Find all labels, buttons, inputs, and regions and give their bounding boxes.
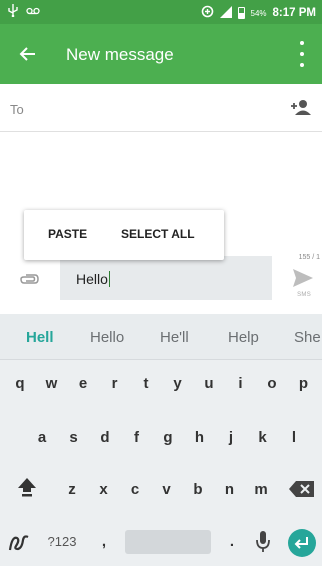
- data-saver-icon: [201, 5, 214, 21]
- spacebar[interactable]: [125, 530, 211, 554]
- voicemail-icon: [26, 5, 40, 19]
- select-all-button[interactable]: SELECT ALL: [121, 227, 195, 241]
- key-w[interactable]: w: [38, 364, 66, 404]
- suggestion-strip: Hell Hello He'll Help She: [0, 314, 322, 360]
- message-text: Hello: [76, 271, 111, 287]
- send-icon[interactable]: [292, 268, 314, 288]
- key-s[interactable]: s: [60, 418, 88, 458]
- key-d[interactable]: d: [91, 418, 119, 458]
- battery-icon: [237, 7, 245, 19]
- suggestion-item[interactable]: She: [294, 329, 321, 346]
- gesture-icon[interactable]: [8, 532, 30, 552]
- key-m[interactable]: m: [247, 470, 275, 510]
- symbols-key[interactable]: ?123: [38, 522, 86, 562]
- key-k[interactable]: k: [249, 418, 277, 458]
- app-bar: New message: [0, 24, 322, 84]
- key-comma[interactable]: ,: [94, 522, 114, 562]
- key-g[interactable]: g: [154, 418, 182, 458]
- attach-icon[interactable]: [18, 272, 40, 286]
- keyboard: Hell Hello He'll Help She q w e r t y u …: [0, 314, 322, 566]
- key-j[interactable]: j: [217, 418, 245, 458]
- key-h[interactable]: h: [186, 418, 214, 458]
- key-c[interactable]: c: [121, 470, 149, 510]
- backspace-icon[interactable]: [288, 480, 316, 498]
- text-selection-menu: PASTE SELECT ALL: [24, 210, 224, 260]
- shift-icon[interactable]: [16, 476, 40, 500]
- status-bar: 54% 8:17 PM: [0, 0, 322, 24]
- key-y[interactable]: y: [164, 364, 192, 404]
- char-counter: 155 / 1: [298, 254, 320, 261]
- key-i[interactable]: i: [227, 364, 255, 404]
- mic-icon[interactable]: [255, 530, 271, 554]
- signal-icon: [219, 5, 232, 21]
- enter-icon[interactable]: [288, 529, 316, 557]
- arrow-back-icon[interactable]: [14, 40, 42, 68]
- text-caret: [108, 271, 111, 287]
- page-title: New message: [66, 45, 174, 64]
- key-u[interactable]: u: [195, 364, 223, 404]
- key-l[interactable]: l: [280, 418, 308, 458]
- key-e[interactable]: e: [69, 364, 97, 404]
- key-r[interactable]: r: [101, 364, 129, 404]
- to-label: To: [10, 102, 24, 117]
- key-a[interactable]: a: [28, 418, 56, 458]
- usb-icon: [8, 4, 18, 20]
- key-z[interactable]: z: [58, 470, 86, 510]
- key-q[interactable]: q: [6, 364, 34, 404]
- key-f[interactable]: f: [123, 418, 151, 458]
- suggestion-item[interactable]: Hell: [26, 329, 54, 346]
- key-v[interactable]: v: [153, 470, 181, 510]
- person-add-icon[interactable]: [290, 98, 312, 116]
- recipient-row: To: [0, 84, 322, 132]
- battery-percent: 54%: [250, 8, 267, 18]
- send-type-label: SMS: [297, 292, 311, 298]
- key-o[interactable]: o: [258, 364, 286, 404]
- suggestion-item[interactable]: Hello: [90, 329, 124, 346]
- recipient-input[interactable]: [34, 92, 274, 124]
- status-time: 8:17 PM: [272, 7, 316, 19]
- more-vert-icon[interactable]: [296, 41, 308, 67]
- message-input[interactable]: Hello: [60, 256, 272, 300]
- key-x[interactable]: x: [90, 470, 118, 510]
- key-p[interactable]: p: [290, 364, 318, 404]
- paste-button[interactable]: PASTE: [48, 227, 87, 241]
- key-t[interactable]: t: [132, 364, 160, 404]
- key-period[interactable]: .: [222, 522, 242, 562]
- key-n[interactable]: n: [216, 470, 244, 510]
- key-b[interactable]: b: [184, 470, 212, 510]
- suggestion-item[interactable]: He'll: [160, 329, 189, 346]
- suggestion-item[interactable]: Help: [228, 329, 259, 346]
